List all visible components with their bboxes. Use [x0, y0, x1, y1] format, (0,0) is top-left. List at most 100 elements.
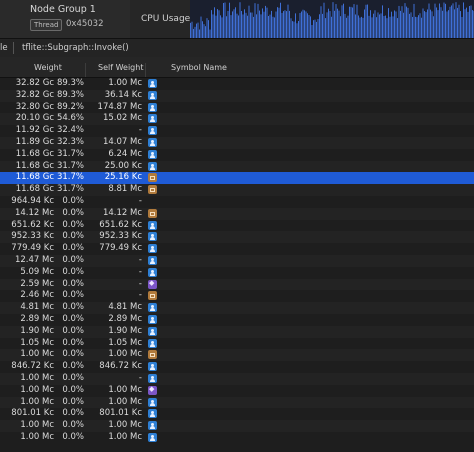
table-row[interactable]: 779.49 Kc0.0%779.49 Kc0x10c7b6a24tensorf… [0, 243, 474, 255]
weight-cell: 964.94 Kc [11, 195, 54, 206]
cpu-usage-bar [200, 16, 202, 38]
table-row[interactable]: 20.10 Gc54.6%15.02 Mc∨0x10c3d6618tensorf… [0, 113, 474, 126]
cpu-usage-bar [259, 10, 260, 38]
weight-cell: 11.68 Gc [15, 160, 54, 171]
table-row[interactable]: 1.90 Mc0.0%1.90 Mc0x10c78a290tensorflowl… [0, 325, 474, 338]
weight-percent-cell: 0.0% [62, 325, 84, 336]
table-row[interactable]: 32.80 Gc89.2%174.87 Mc∨tflite::Subgraph:… [0, 102, 474, 114]
weight-cell: 14.12 Mc [14, 207, 54, 218]
table-row[interactable]: 1.00 Mc0.0%1.00 Mc0x10969bb60tensorflowl… [0, 396, 474, 409]
cpu-usage-bar [271, 10, 272, 38]
thread-badge: Thread [30, 19, 63, 31]
weight-percent-cell: 0.0% [62, 290, 84, 301]
cpu-usage-bar [220, 15, 221, 38]
cpu-usage-bar [206, 18, 208, 38]
cpu-usage-bar [287, 4, 289, 38]
table-row[interactable]: 1.00 Mc0.0%1.00 Mc_szone_freelibsystem_m… [0, 349, 474, 362]
breadcrumb-current[interactable]: tflite::Subgraph::Invoke() [22, 43, 129, 53]
table-row[interactable]: 1.00 Mc0.0%1.00 Mc0x10c8920bctensorflowl… [0, 420, 474, 432]
node-group-panel[interactable]: Node Group 1 Thread 0x45032 [0, 0, 130, 38]
cpu-usage-bar [395, 11, 397, 38]
table-row[interactable]: 1.00 Mc0.0%1.00 McDYLD-STUB$$malloclibc+… [0, 384, 474, 397]
cpu-usage-bar [352, 7, 353, 38]
cpu-usage-graph[interactable] [190, 0, 474, 38]
weight-cell: 1.00 Mc [20, 420, 54, 431]
self-weight-cell: 6.24 Mc [108, 148, 142, 159]
column-divider[interactable] [85, 63, 86, 77]
cpu-usage-bar [466, 7, 467, 38]
cpu-usage-bar [326, 12, 328, 38]
column-divider[interactable] [145, 63, 146, 77]
table-row[interactable]: 11.92 Gc32.4%-∨0x10c3d40a0tensorflowlite… [0, 125, 474, 137]
table-row[interactable]: 32.82 Gc89.3%1.00 Mc∨tflite::impl::Inter… [0, 78, 474, 90]
cpu-usage-bar [230, 15, 232, 38]
table-row[interactable]: 11.68 Gc31.7%25.00 Kc∨0x10c7b4410tensorf… [0, 160, 474, 173]
cpu-usage-bar [289, 10, 290, 38]
cpu-usage-bar [371, 17, 373, 38]
table-row[interactable]: 1.00 Mc0.0%1.00 McDYLD-STUB$$freetensorf… [0, 432, 474, 444]
weight-cell: 11.89 Gc [15, 136, 54, 147]
self-weight-cell: 15.02 Mc [102, 113, 142, 124]
user-icon [148, 244, 157, 254]
user-icon [148, 373, 157, 383]
table-row[interactable]: 11.68 Gc31.7%6.24 Mc∨0x10c7b7b80tensorfl… [0, 149, 474, 161]
cpu-usage-bar [304, 10, 305, 38]
table-row[interactable]: 2.89 Mc0.0%2.89 Mc0x10c8920bctensorflowl… [0, 314, 474, 326]
cpu-usage-bar [224, 2, 226, 38]
cpu-usage-bar [419, 13, 421, 38]
cpu-usage-bar [406, 6, 407, 38]
table-row[interactable]: 1.00 Mc0.0%-0x1d447cbd1 [0, 372, 474, 385]
weight-cell: 32.82 Gc [15, 78, 54, 88]
weight-cell: 1.00 Mc [20, 431, 54, 442]
column-self-weight[interactable]: Self Weight [98, 63, 143, 72]
table-row[interactable]: 964.94 Kc0.0%-›0x8c145781cfdab280 [0, 196, 474, 208]
self-weight-cell: - [138, 278, 142, 289]
cpu-usage-bar [410, 12, 412, 38]
weight-percent-cell: 0.0% [62, 337, 84, 348]
table-row[interactable]: 14.12 Mc0.0%14.12 Mc_platform_memmovelib… [0, 207, 474, 220]
breadcrumb-previous[interactable]: le [0, 43, 8, 53]
cpu-usage-bar [247, 15, 248, 38]
table-row[interactable]: 11.68 Gc31.7%8.81 Mc›_malloc_zone_memali… [0, 184, 474, 196]
table-row[interactable]: 801.01 Kc0.0%801.01 Kc0x10c89e698tensorf… [0, 408, 474, 420]
system-icon [148, 173, 157, 183]
table-row[interactable]: 5.09 Mc0.0%-›0x10c7899f0tensorflowlitefl… [0, 267, 474, 279]
table-row[interactable]: 1.05 Mc0.0%1.05 Mc0x10c78995ctensorflowl… [0, 338, 474, 350]
table-row[interactable]: 651.62 Kc0.0%651.62 Kc0x10c8920bctensorf… [0, 220, 474, 232]
cpu-usage-bar [386, 18, 388, 38]
table-row[interactable]: 32.82 Gc89.3%36.14 Kc∨tflite::Subgraph::… [0, 89, 474, 102]
table-row[interactable]: 952.33 Kc0.0%952.33 Kc0x10c3d6450tensorf… [0, 231, 474, 244]
table-row[interactable]: 2.46 Mc0.0%-›_nanov2_freelibsystem_mallo… [0, 290, 474, 302]
cpu-usage-bar [308, 15, 310, 38]
weight-cell: 32.82 Gc [15, 89, 54, 100]
table-row[interactable]: 11.89 Gc32.3%14.07 Mc∨0x10c3d6af8tensorf… [0, 136, 474, 149]
breadcrumb-separator [13, 42, 14, 54]
table-row[interactable]: 12.47 Mc0.0%-›0x10c3d67ectensorflowlitef… [0, 254, 474, 267]
cpu-usage-bar [307, 13, 308, 38]
cpu-usage-bar [445, 3, 446, 38]
table-row[interactable]: 11.68 Gc31.7%25.16 Kc∨posix_memalignlibs… [0, 172, 474, 185]
user-icon [148, 161, 157, 171]
cpu-usage-bar [310, 16, 311, 38]
cpu-usage-bar [331, 16, 332, 38]
cpu-usage-bar [226, 16, 227, 38]
cpu-usage-bar [442, 10, 443, 38]
cpu-usage-bar [460, 11, 461, 38]
cpu-usage-bar [227, 11, 229, 38]
table-row[interactable]: 846.72 Kc0.0%846.72 Kc0x10c7c1488tensorf… [0, 361, 474, 373]
self-weight-cell: 952.33 Kc [99, 231, 142, 242]
cpu-usage-bar [389, 16, 391, 38]
weight-cell: 2.89 Mc [20, 313, 54, 324]
column-symbol-name[interactable]: Symbol Name [171, 63, 227, 72]
cpu-usage-bar [376, 17, 377, 38]
cpu-usage-bar [301, 11, 302, 38]
cpu-usage-bar [281, 12, 283, 38]
self-weight-cell: 25.00 Kc [104, 160, 142, 171]
table-row[interactable]: 4.81 Mc0.0%4.81 Mc0x10c774200tensorflowl… [0, 302, 474, 314]
cpu-usage-bar [284, 10, 286, 38]
cpu-usage-bar [428, 3, 430, 38]
weight-percent-cell: 54.6% [56, 113, 84, 124]
table-row[interactable]: 2.59 Mc0.0%-›operator new(unsigned long)… [0, 278, 474, 291]
user-icon [148, 409, 157, 419]
column-weight[interactable]: Weight [34, 63, 62, 72]
